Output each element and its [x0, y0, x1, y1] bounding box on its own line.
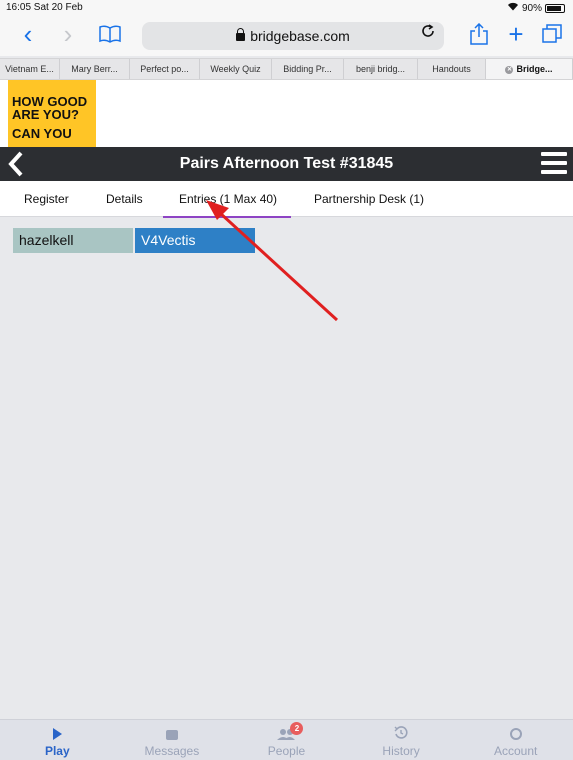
history-icon	[344, 725, 459, 745]
share-icon[interactable]	[465, 20, 493, 48]
bookmark-item[interactable]: Weekly Quiz	[200, 59, 272, 79]
back-icon[interactable]: ‹	[14, 20, 42, 48]
hamburger-icon[interactable]	[541, 152, 567, 174]
tab-partnership-desk[interactable]: Partnership Desk (1)	[314, 181, 424, 217]
status-time: 16:05 Sat 20 Feb	[6, 2, 83, 13]
bookmark-item[interactable]: benji bridg...	[344, 59, 418, 79]
address-bar[interactable]: bridgebase.com	[142, 22, 444, 50]
forward-icon[interactable]: ›	[54, 20, 82, 48]
status-right: 90%	[507, 2, 565, 14]
ad-line: CAN YOU	[12, 126, 72, 141]
nav-people[interactable]: 2 People	[229, 720, 344, 760]
nav-account[interactable]: Account	[458, 720, 573, 760]
nav-messages[interactable]: Messages	[115, 720, 230, 760]
tabs-icon[interactable]	[538, 20, 566, 48]
bookmark-label: Bridge...	[516, 64, 553, 74]
bottom-nav: Play Messages 2 People History Account	[0, 719, 573, 760]
nav-label: Play	[44, 744, 70, 758]
people-icon	[229, 725, 344, 745]
play-icon	[0, 725, 115, 745]
tab-details[interactable]: Details	[106, 181, 143, 217]
nav-label: Account	[493, 744, 538, 758]
bookmarks-icon[interactable]	[96, 20, 124, 48]
bookmark-item[interactable]: Mary Berr...	[60, 59, 130, 79]
advertisement[interactable]: HOW GOOD ARE YOU? CAN YOU	[8, 80, 96, 147]
tab-entries[interactable]: Entries (1 Max 40)	[162, 181, 292, 218]
page-title: Pairs Afternoon Test #31845	[179, 155, 394, 172]
bookmark-item[interactable]: Perfect po...	[130, 59, 200, 79]
reload-icon[interactable]	[420, 23, 436, 44]
entry-player-name[interactable]: V4Vectis	[135, 228, 255, 253]
bookmarks-bar: Vietnam E... Mary Berr... Perfect po... …	[0, 58, 573, 80]
entry-row: hazelkell V4Vectis	[13, 228, 255, 253]
nav-label: People	[267, 744, 306, 758]
ad-line: ARE YOU?	[12, 107, 79, 122]
bookmark-item[interactable]: Bidding Pr...	[272, 59, 344, 79]
app-header: Pairs Afternoon Test #31845	[0, 147, 573, 181]
nav-label: Messages	[144, 744, 200, 758]
battery-icon	[545, 3, 565, 13]
nav-label: History	[382, 744, 420, 758]
entry-partner-name[interactable]: hazelkell	[13, 228, 133, 253]
account-icon	[458, 725, 573, 745]
close-tab-icon[interactable]: ✕	[505, 65, 514, 74]
url-text: bridgebase.com	[250, 28, 350, 44]
lock-icon	[236, 28, 246, 41]
status-bar: 16:05 Sat 20 Feb 90%	[0, 0, 573, 16]
bookmark-item[interactable]: Vietnam E...	[0, 59, 60, 79]
bookmark-item-active[interactable]: ✕ Bridge...	[486, 59, 573, 79]
bookmark-item[interactable]: Handouts	[418, 59, 486, 79]
new-tab-icon[interactable]: +	[502, 20, 530, 48]
battery-percent: 90%	[521, 2, 542, 14]
nav-history[interactable]: History	[344, 720, 459, 760]
back-chevron-icon[interactable]	[8, 149, 24, 183]
wifi-icon	[507, 2, 519, 14]
messages-icon	[115, 725, 230, 745]
tab-register[interactable]: Register	[24, 181, 69, 217]
nav-play[interactable]: Play	[0, 720, 115, 760]
browser-toolbar: ‹ › bridgebase.com +	[0, 16, 573, 56]
tab-bar: Register Details Entries (1 Max 40) Part…	[0, 181, 573, 218]
